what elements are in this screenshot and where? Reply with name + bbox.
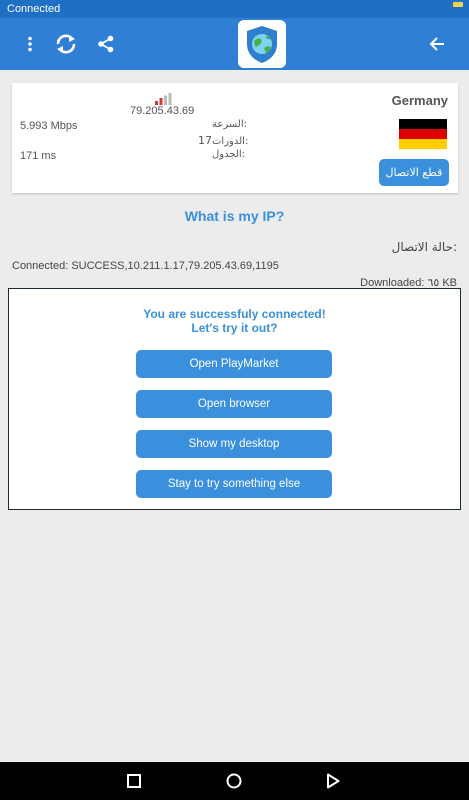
- flag-stripe-2: [399, 129, 447, 139]
- open-browser-button[interactable]: Open browser: [136, 390, 332, 418]
- germany-flag-icon: [399, 119, 447, 149]
- home-icon[interactable]: [214, 762, 254, 800]
- ping-label: الجدول:: [212, 149, 245, 160]
- disconnect-button[interactable]: قطع الاتصال: [379, 159, 449, 186]
- status-bar-text: Connected: [7, 3, 61, 15]
- dialog-title: You are successfuly connected! Let's try…: [9, 307, 460, 335]
- flag-stripe-1: [399, 119, 447, 129]
- connection-status-label: حالة الاتصال:: [391, 240, 457, 254]
- what-is-my-ip-link[interactable]: What is my IP?: [0, 208, 469, 224]
- connection-status-value: Connected: SUCCESS,10.211.1.17,79.205.43…: [12, 260, 279, 272]
- sessions-value: 17: [198, 134, 212, 147]
- battery-icon: [453, 2, 463, 7]
- dialog-title-line2: Let's try it out?: [191, 321, 278, 335]
- more-vert-icon[interactable]: [18, 18, 42, 70]
- refresh-icon[interactable]: [52, 18, 80, 70]
- flag-stripe-3: [399, 139, 447, 149]
- stay-to-try-something-else-button[interactable]: Stay to try something else: [136, 470, 332, 498]
- status-bar: Connected: [0, 0, 469, 18]
- server-ip: 79.205.43.69: [130, 105, 195, 117]
- success-dialog: You are successfuly connected! Let's try…: [8, 288, 461, 510]
- dialog-title-line1: You are successfuly connected!: [143, 307, 326, 321]
- share-icon[interactable]: [94, 18, 118, 70]
- sessions-label: الدورات:: [212, 136, 249, 147]
- server-info-card: 79.205.43.69 5.993 Mbps السرعة: 17الدورا…: [12, 83, 458, 193]
- back-icon[interactable]: [313, 762, 353, 800]
- show-my-desktop-button[interactable]: Show my desktop: [136, 430, 332, 458]
- navigation-bar: [0, 762, 469, 800]
- speed-label: السرعة:: [212, 119, 247, 130]
- recent-apps-icon[interactable]: [114, 762, 154, 800]
- open-playmarket-button[interactable]: Open PlayMarket: [136, 350, 332, 378]
- sessions-row: 17الدورات:: [198, 134, 248, 147]
- app-bar: [0, 18, 469, 70]
- speed-value: 5.993 Mbps: [20, 120, 78, 132]
- back-arrow-icon[interactable]: [424, 18, 450, 70]
- country-name: Germany: [391, 93, 448, 108]
- ping-value: 171 ms: [20, 150, 57, 162]
- app-logo: [238, 20, 286, 68]
